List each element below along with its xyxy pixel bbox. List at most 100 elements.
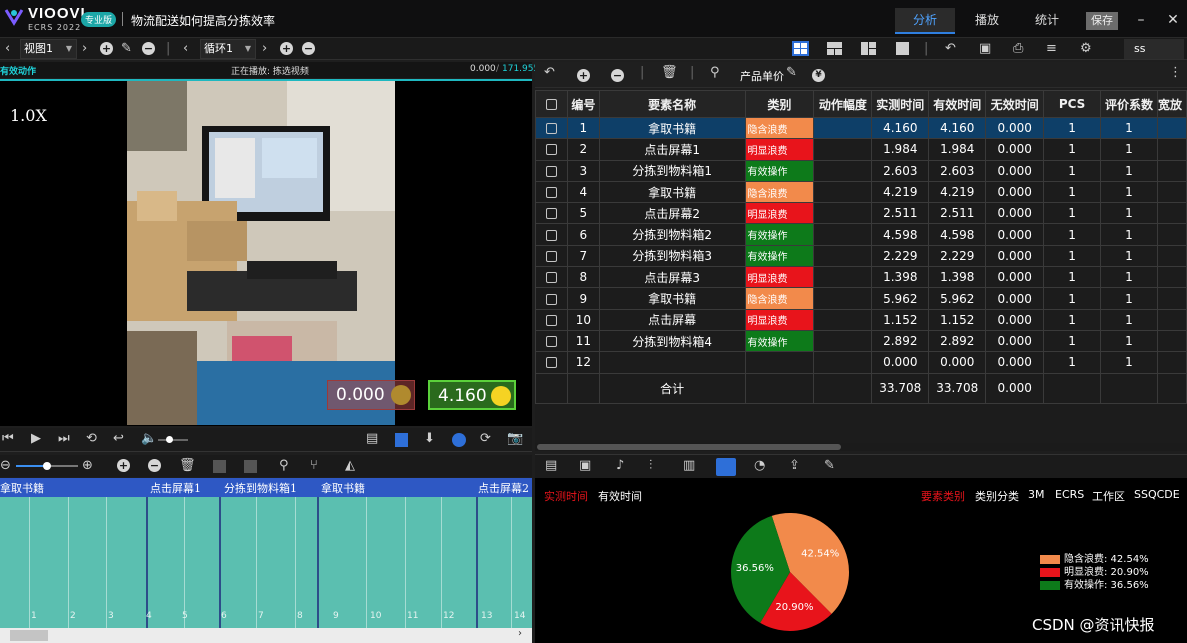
table-row[interactable]: 4 拿取书籍 隐含浪费 4.219 4.219 0.000 1 1 <box>535 180 1187 204</box>
chart-tab-measured[interactable]: 实测时间 <box>544 488 588 504</box>
row-checkbox[interactable] <box>535 138 568 161</box>
merge-icon[interactable] <box>213 460 226 473</box>
cell-no[interactable]: 3 <box>566 159 600 182</box>
close-button[interactable]: ✕ <box>1162 10 1184 30</box>
cell-category[interactable]: 有效操作 <box>744 244 815 268</box>
cell-allow[interactable] <box>1156 308 1187 331</box>
cell-valid[interactable]: 4.219 <box>928 180 987 204</box>
pie-chart-icon[interactable] <box>716 458 736 476</box>
tab-analysis[interactable]: 分析 <box>895 8 955 34</box>
cell-valid[interactable]: 1.984 <box>928 138 987 161</box>
menu-icon[interactable]: ≡ <box>1046 40 1057 58</box>
col-header-pcs[interactable]: PCS <box>1043 90 1102 118</box>
cell-pcs[interactable]: 1 <box>1043 202 1102 225</box>
chart-tab-category-class[interactable]: 类别分类 <box>975 488 1019 504</box>
cell-allow[interactable] <box>1156 244 1187 268</box>
col-header-valid[interactable]: 有效时间 <box>928 90 987 118</box>
timeline-segment-label[interactable]: 拿取书籍 <box>321 480 365 496</box>
cell-category[interactable]: 有效操作 <box>744 329 815 353</box>
cell-name[interactable]: 分拣到物料箱3 <box>598 244 746 268</box>
layout-grid-icon[interactable] <box>792 41 809 56</box>
loop-select[interactable]: 循环1 ▼ <box>200 39 256 59</box>
cell-no[interactable]: 4 <box>566 180 600 204</box>
cell-category[interactable]: 隐含浪费 <box>744 116 815 140</box>
tab-play[interactable]: 播放 <box>958 8 1016 34</box>
cell-name[interactable] <box>598 351 746 374</box>
row-checkbox[interactable] <box>535 287 568 310</box>
add-loop-icon[interactable]: + <box>280 42 293 55</box>
cell-invalid[interactable]: 0.000 <box>985 287 1045 310</box>
cell-pcs[interactable]: 1 <box>1043 116 1102 140</box>
table-row[interactable]: 5 点击屏幕2 明显浪费 2.511 2.511 0.000 1 1 <box>535 202 1187 225</box>
cell-category[interactable]: 明显浪费 <box>744 308 815 331</box>
row-checkbox[interactable] <box>535 223 568 246</box>
cell-coef[interactable]: 1 <box>1100 180 1158 204</box>
cell-measured[interactable]: 4.598 <box>871 223 930 246</box>
cell-no[interactable]: 5 <box>566 202 600 225</box>
cell-coef[interactable]: 1 <box>1100 287 1158 310</box>
pen-icon[interactable]: ✎ <box>824 457 835 475</box>
cell-pcs[interactable]: 1 <box>1043 180 1102 204</box>
loop-icon[interactable]: ⟲ <box>86 430 97 448</box>
cell-invalid[interactable]: 0.000 <box>985 223 1045 246</box>
row-checkbox[interactable] <box>535 202 568 225</box>
col-header-name[interactable]: 要素名称 <box>598 90 746 118</box>
volume-handle[interactable] <box>166 436 173 443</box>
cell-invalid[interactable]: 0.000 <box>985 308 1045 331</box>
chart-tab-valid[interactable]: 有效时间 <box>598 488 642 504</box>
mirror-icon[interactable]: ◭ <box>345 457 355 475</box>
cell-invalid[interactable]: 0.000 <box>985 159 1045 182</box>
volume-icon[interactable]: 🔈 <box>141 430 157 448</box>
cell-invalid[interactable]: 0.000 <box>985 138 1045 161</box>
timeline[interactable]: 拿取书籍 点击屏幕1 分拣到物料箱1 拿取书籍 点击屏幕2 1 2 3 4 5 … <box>0 478 532 628</box>
table-row[interactable]: 1 拿取书籍 隐含浪费 4.160 4.160 0.000 1 1 <box>535 116 1187 140</box>
cell-category[interactable]: 有效操作 <box>744 159 815 182</box>
cell-amplitude[interactable] <box>813 202 873 225</box>
cell-amplitude[interactable] <box>813 244 873 268</box>
cell-pcs[interactable]: 1 <box>1043 223 1102 246</box>
cell-invalid[interactable]: 0.000 <box>985 116 1045 140</box>
edit-price-icon[interactable]: ✎ <box>786 64 797 82</box>
table-row[interactable]: 3 分拣到物料箱1 有效操作 2.603 2.603 0.000 1 1 <box>535 159 1187 182</box>
layout-columns-icon[interactable] <box>860 41 877 56</box>
cell-name[interactable]: 分拣到物料箱1 <box>598 159 746 182</box>
download-icon[interactable]: ⬇ <box>424 430 435 448</box>
cell-allow[interactable] <box>1156 266 1187 289</box>
bar-chart-icon[interactable]: ▥ <box>683 457 695 475</box>
cell-no[interactable]: 2 <box>566 138 600 161</box>
tab-statistics[interactable]: 统计 <box>1018 8 1076 34</box>
col-header-no[interactable]: 编号 <box>566 90 600 118</box>
cell-valid[interactable]: 2.229 <box>928 244 987 268</box>
comment-icon[interactable]: ▤ <box>545 457 557 475</box>
cell-coef[interactable]: 1 <box>1100 223 1158 246</box>
undo-icon[interactable]: ↶ <box>544 64 555 82</box>
prev-loop-icon[interactable]: ‹ <box>183 40 188 58</box>
cell-allow[interactable] <box>1156 116 1187 140</box>
scrollbar-thumb[interactable] <box>10 630 48 641</box>
remove-element-icon[interactable]: − <box>148 459 161 472</box>
cell-coef[interactable]: 1 <box>1100 116 1158 140</box>
cell-amplitude[interactable] <box>813 138 873 161</box>
cell-amplitude[interactable] <box>813 351 873 374</box>
cell-no[interactable]: 1 <box>566 116 600 140</box>
cell-amplitude[interactable] <box>813 287 873 310</box>
col-header-amplitude[interactable]: 动作幅度 <box>813 90 873 118</box>
col-header-coefficient[interactable]: 评价系数 <box>1100 90 1158 118</box>
step-forward-icon[interactable]: ⏭ <box>58 430 70 448</box>
scroll-right-icon[interactable]: › <box>518 628 522 639</box>
table-row[interactable]: 10 点击屏幕 明显浪费 1.152 1.152 0.000 1 1 <box>535 308 1187 331</box>
cell-pcs[interactable]: 1 <box>1043 287 1102 310</box>
cell-name[interactable]: 点击屏幕1 <box>598 138 746 161</box>
cell-allow[interactable] <box>1156 223 1187 246</box>
fork-icon[interactable]: ⑂ <box>310 457 318 475</box>
cell-category[interactable] <box>744 351 815 374</box>
microphone-icon[interactable]: ♪ <box>616 457 624 475</box>
cell-coef[interactable]: 1 <box>1100 138 1158 161</box>
cell-no[interactable]: 12 <box>566 351 600 374</box>
cell-allow[interactable] <box>1156 329 1187 353</box>
cell-allow[interactable] <box>1156 351 1187 374</box>
timeline-segment-label[interactable]: 点击屏幕1 <box>150 480 201 496</box>
row-checkbox[interactable] <box>535 266 568 289</box>
remove-row-icon[interactable]: − <box>611 69 624 82</box>
cell-measured[interactable]: 1.984 <box>871 138 930 161</box>
